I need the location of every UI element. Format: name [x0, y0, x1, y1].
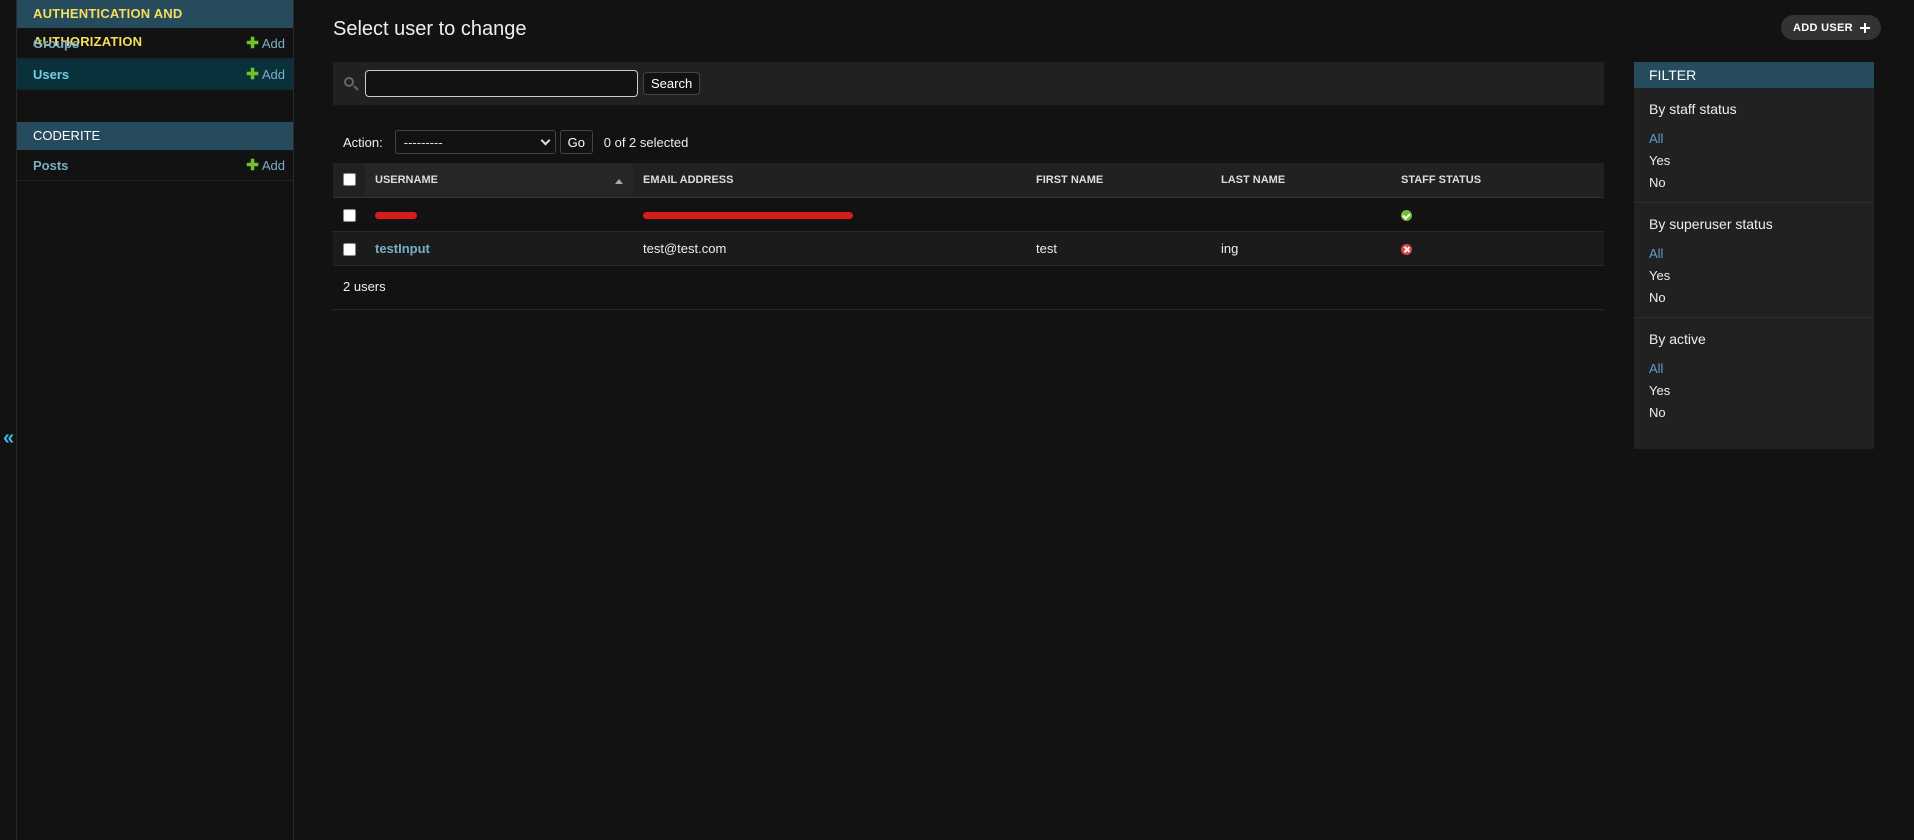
plus-icon: ✚ — [246, 35, 259, 52]
sidebar-link-groups[interactable]: Groups — [33, 36, 79, 51]
module-coderite: CODERITE Posts ✚ Add — [17, 122, 293, 181]
staff-status-cell — [1391, 231, 1604, 266]
action-counter: 0 of 2 selected — [603, 134, 689, 150]
search-icon — [343, 76, 359, 92]
nav-sidebar-toggle[interactable]: « — [0, 0, 17, 840]
filter-option-yes[interactable]: Yes — [1649, 150, 1859, 172]
filter-heading: By active — [1649, 331, 1706, 347]
email-cell — [633, 197, 1026, 232]
row-select-cell — [333, 231, 365, 266]
first-name-cell: test — [1026, 231, 1211, 266]
filter-option-yes[interactable]: Yes — [1649, 265, 1859, 287]
add-label: Add — [261, 157, 285, 173]
sort-ascending-icon[interactable] — [615, 179, 623, 184]
nav-sidebar: AUTHENTICATION AND AUTHORIZATION Groups … — [17, 0, 294, 840]
plus-icon: ✚ — [246, 157, 259, 174]
table-row: testInput test@test.com test ing — [333, 231, 1604, 266]
module-caption-label[interactable]: CODERITE — [33, 128, 100, 143]
page-title: Select user to change — [333, 18, 527, 40]
column-header-username[interactable]: USERNAME — [365, 163, 633, 198]
chevron-down-icon — [540, 135, 551, 145]
add-user-label: ADD USER — [1793, 21, 1853, 34]
actions-bar: Action: --------- Go 0 of 2 selected — [333, 130, 688, 154]
column-header-label[interactable]: USERNAME — [375, 174, 438, 186]
filter-option-yes[interactable]: Yes — [1649, 380, 1859, 402]
column-header-label[interactable]: EMAIL ADDRESS — [643, 174, 733, 186]
column-header-email[interactable]: EMAIL ADDRESS — [633, 163, 1026, 198]
double-chevron-left-icon[interactable]: « — [0, 428, 17, 448]
row-select-cell — [333, 197, 365, 232]
filter-option-all[interactable]: All — [1649, 128, 1859, 150]
posts-add-link[interactable]: ✚ Add — [246, 156, 285, 174]
table-header-row: USERNAME EMAIL ADDRESS FIRST NAME LAST N… — [333, 163, 1604, 198]
sidebar-link-posts[interactable]: Posts — [33, 158, 68, 173]
row-checkbox[interactable] — [343, 208, 356, 222]
search-input[interactable] — [365, 70, 638, 97]
module-caption-auth[interactable]: AUTHENTICATION AND AUTHORIZATION — [17, 0, 293, 49]
filter-group-staff-status: By staff status All Yes No — [1634, 88, 1874, 203]
select-all-header — [333, 163, 365, 198]
add-user-button[interactable]: ADD USER — [1781, 15, 1881, 40]
sidebar-item-users: Users ✚ Add — [17, 59, 293, 90]
go-button[interactable]: Go — [559, 130, 593, 154]
filter-heading: By superuser status — [1649, 216, 1773, 232]
plus-icon: ✚ — [246, 66, 259, 83]
paginator: 2 users — [333, 267, 1604, 310]
sidebar-item-posts: Posts ✚ Add — [17, 150, 293, 181]
groups-add-link[interactable]: ✚ Add — [246, 34, 285, 52]
filter-option-all[interactable]: All — [1649, 358, 1859, 380]
plus-icon — [1859, 22, 1871, 34]
redaction-mark — [643, 211, 853, 219]
staff-status-cell — [1391, 197, 1604, 232]
filter-panel: FILTER By staff status All Yes No By sup… — [1634, 62, 1874, 449]
filter-group-active: By active All Yes No — [1634, 318, 1874, 432]
filter-heading: By staff status — [1649, 101, 1737, 117]
row-checkbox[interactable] — [343, 242, 356, 256]
filter-option-no[interactable]: No — [1649, 287, 1859, 309]
column-header-first-name[interactable]: FIRST NAME — [1026, 163, 1211, 198]
x-circle-icon — [1401, 243, 1412, 255]
module-auth: AUTHENTICATION AND AUTHORIZATION Groups … — [17, 0, 293, 90]
email-cell: test@test.com — [633, 231, 1026, 266]
table-row — [333, 197, 1604, 232]
select-all-checkbox[interactable] — [343, 173, 356, 187]
last-name-cell — [1211, 197, 1391, 232]
action-select[interactable]: --------- — [394, 130, 556, 154]
filter-option-no[interactable]: No — [1649, 402, 1859, 424]
sidebar-link-users[interactable]: Users — [33, 67, 69, 82]
action-label: Action: — [343, 134, 383, 150]
username-link[interactable]: testInput — [375, 241, 430, 256]
redaction-mark — [375, 211, 417, 219]
column-header-last-name[interactable]: LAST NAME — [1211, 163, 1391, 198]
username-cell — [365, 197, 633, 232]
result-list-table: USERNAME EMAIL ADDRESS FIRST NAME LAST N… — [333, 163, 1604, 266]
last-name-cell: ing — [1211, 231, 1391, 266]
add-label: Add — [261, 35, 285, 51]
filter-option-no[interactable]: No — [1649, 172, 1859, 194]
first-name-cell — [1026, 197, 1211, 232]
action-select-value: --------- — [403, 134, 443, 150]
search-button[interactable]: Search — [643, 72, 701, 95]
users-add-link[interactable]: ✚ Add — [246, 65, 285, 83]
filter-option-all[interactable]: All — [1649, 243, 1859, 265]
search-toolbar: Search — [333, 62, 1604, 105]
filter-group-superuser-status: By superuser status All Yes No — [1634, 203, 1874, 318]
module-caption-coderite[interactable]: CODERITE — [17, 122, 293, 150]
check-circle-icon — [1401, 209, 1412, 221]
username-link[interactable] — [375, 207, 417, 222]
add-label: Add — [261, 66, 285, 82]
username-cell: testInput — [365, 231, 633, 266]
filter-title: FILTER — [1634, 62, 1874, 88]
column-header-label[interactable]: STAFF STATUS — [1401, 174, 1481, 186]
column-header-label[interactable]: FIRST NAME — [1036, 174, 1103, 186]
column-header-label[interactable]: LAST NAME — [1221, 174, 1285, 186]
column-header-staff-status[interactable]: STAFF STATUS — [1391, 163, 1604, 198]
